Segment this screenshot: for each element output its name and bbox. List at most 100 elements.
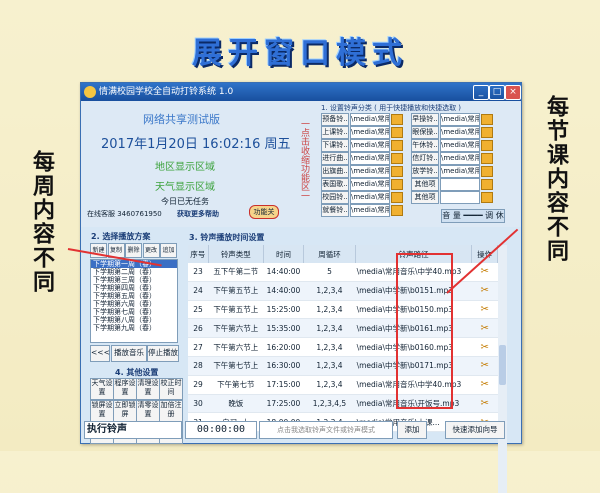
- mode-select[interactable]: 执行铃声: [84, 421, 182, 439]
- title-bar[interactable]: 情满校园学校全自动打铃系统 1.0 _ □ ×: [81, 83, 521, 101]
- settings-button[interactable]: 立即锁屏: [113, 400, 137, 422]
- cell-time: 17:15:00: [263, 375, 304, 395]
- folder-icon[interactable]: [391, 166, 403, 177]
- right-category-path[interactable]: \media\常用: [440, 139, 480, 152]
- plan-list-item[interactable]: 下学期第二周（春）: [91, 268, 177, 276]
- folder-icon[interactable]: [481, 192, 493, 203]
- left-category-button[interactable]: 就餐铃..: [321, 204, 349, 217]
- plan-action-button[interactable]: 追加: [160, 243, 177, 258]
- folder-icon[interactable]: [391, 114, 403, 125]
- folder-icon[interactable]: [481, 153, 493, 164]
- settings-button[interactable]: 清零设置: [136, 400, 160, 422]
- left-category-path[interactable]: \media\常用: [350, 191, 390, 204]
- folder-icon[interactable]: [391, 192, 403, 203]
- category-header: 1. 设置铃声分类 ( 用于快捷播放和快捷选取 ): [321, 104, 462, 112]
- tools-icon[interactable]: ✂: [471, 337, 498, 357]
- settings-button[interactable]: 清理设置: [136, 378, 160, 400]
- settings-button[interactable]: 加倍注册: [159, 400, 183, 422]
- folder-icon[interactable]: [481, 140, 493, 151]
- settings-button[interactable]: 程序设置: [113, 378, 137, 400]
- right-category-path[interactable]: \media\常用: [440, 152, 480, 165]
- folder-icon[interactable]: [481, 179, 493, 190]
- close-button[interactable]: ×: [505, 85, 521, 100]
- plan-list-item[interactable]: 下学期第七周（春）: [91, 308, 177, 316]
- right-category-path[interactable]: \media\常用: [440, 165, 480, 178]
- feature-toggle[interactable]: 功能关: [249, 205, 279, 219]
- plan-list-item[interactable]: 下学期第九周（春）: [91, 324, 177, 332]
- folder-icon[interactable]: [481, 127, 493, 138]
- left-category-button[interactable]: 进行曲..: [321, 152, 349, 165]
- left-category-path[interactable]: \media\常用: [350, 165, 390, 178]
- settings-button[interactable]: 校正时间: [159, 378, 183, 400]
- left-category-button[interactable]: 预备铃..: [321, 113, 349, 126]
- folder-icon[interactable]: [391, 153, 403, 164]
- version-label: 网络共享测试版: [143, 113, 220, 126]
- datetime-label: 2017年1月20日 16:02:16 周五: [101, 137, 291, 152]
- folder-icon[interactable]: [391, 205, 403, 216]
- right-category-button[interactable]: 放学铃..: [411, 165, 439, 178]
- maximize-button[interactable]: □: [489, 85, 505, 100]
- right-category-button[interactable]: 午休铃..: [411, 139, 439, 152]
- left-category-path[interactable]: \media\常用: [350, 152, 390, 165]
- left-category-button[interactable]: 下课铃..: [321, 139, 349, 152]
- left-category-path[interactable]: \media\常用: [350, 126, 390, 139]
- add-button[interactable]: 添加: [397, 421, 427, 439]
- plan-list-item[interactable]: 下学期第五周（春）: [91, 292, 177, 300]
- right-category-button[interactable]: 其他项2..: [411, 191, 439, 204]
- plan-list-item[interactable]: 下学期第三周（春）: [91, 276, 177, 284]
- left-category-button[interactable]: 表国歌..: [321, 178, 349, 191]
- tools-icon[interactable]: ✂: [471, 300, 498, 320]
- help-link[interactable]: 获取更多帮助: [177, 209, 219, 219]
- right-category-button[interactable]: 信灯铃..: [411, 152, 439, 165]
- left-category-path[interactable]: \media\常用: [350, 204, 390, 217]
- time-input[interactable]: 00:00:00: [185, 421, 257, 439]
- tools-icon[interactable]: ✂: [471, 394, 498, 414]
- volume-control[interactable]: 音 量 ━━━━ 调 休: [441, 209, 505, 223]
- right-category-button[interactable]: 早操铃..: [411, 113, 439, 126]
- folder-icon[interactable]: [391, 179, 403, 190]
- left-category-button[interactable]: 校园铃..: [321, 191, 349, 204]
- right-category-path[interactable]: [440, 191, 480, 204]
- file-picker[interactable]: 点击我选取铃声文件或铃声模式: [259, 421, 393, 439]
- prev-button[interactable]: <<<: [90, 345, 110, 362]
- right-category-button[interactable]: 其他项1..: [411, 178, 439, 191]
- left-category-path[interactable]: \media\常用: [350, 113, 390, 126]
- settings-button[interactable]: 天气设置: [90, 378, 114, 400]
- left-category-button[interactable]: 出旗曲..: [321, 165, 349, 178]
- tools-icon[interactable]: ✂: [471, 318, 498, 339]
- plan-list-item[interactable]: 下学期第八周（春）: [91, 316, 177, 324]
- folder-icon[interactable]: [481, 114, 493, 125]
- play-music-button[interactable]: 播放音乐: [111, 345, 147, 362]
- folder-icon[interactable]: [391, 140, 403, 151]
- folder-icon[interactable]: [481, 166, 493, 177]
- plan-list-item[interactable]: 下学期第四周（春）: [91, 284, 177, 292]
- plan-action-button[interactable]: 删除: [125, 243, 142, 258]
- weather-label: 天气显示区域: [155, 182, 215, 193]
- plan-action-button[interactable]: 更改: [142, 243, 160, 258]
- table-scrollbar[interactable]: [498, 245, 507, 493]
- online-service-link[interactable]: 在线客服 3460761950: [87, 209, 162, 219]
- tools-icon[interactable]: ✂: [471, 375, 498, 395]
- settings-button[interactable]: 锁屏设置: [90, 400, 114, 422]
- tools-icon[interactable]: ✂: [471, 356, 498, 376]
- plan-list[interactable]: 下学期第一周（春） 下学期第二周（春） 下学期第三周（春） 下学期第四周（春） 下学期第…: [90, 259, 178, 343]
- scroll-thumb[interactable]: [499, 345, 506, 385]
- left-category-button[interactable]: 上课铃..: [321, 126, 349, 139]
- collapse-panel-label[interactable]: 一点击收缩功能区一: [299, 119, 311, 200]
- minimize-button[interactable]: _: [473, 85, 489, 100]
- right-category-path[interactable]: \media\常用: [440, 113, 480, 126]
- right-category-path[interactable]: [440, 178, 480, 191]
- tools-icon[interactable]: ✂: [471, 281, 498, 301]
- folder-icon[interactable]: [391, 127, 403, 138]
- left-category-path[interactable]: \media\常用: [350, 178, 390, 191]
- right-category-button[interactable]: 眼保操..: [411, 126, 439, 139]
- stop-play-button[interactable]: 停止播放: [147, 345, 179, 362]
- region-label: 地区显示区域: [155, 162, 215, 173]
- schedule-header: 3. 铃声播放时间设置: [189, 233, 265, 242]
- quick-add-wizard-button[interactable]: 快速添加向导: [445, 421, 505, 439]
- left-category-path[interactable]: \media\常用: [350, 139, 390, 152]
- right-category-path[interactable]: \media\常用: [440, 126, 480, 139]
- cell-time: 16:30:00: [263, 356, 304, 376]
- plan-list-item[interactable]: 下学期第六周（春）: [91, 300, 177, 308]
- cell-type: 下午第六节上: [208, 337, 264, 357]
